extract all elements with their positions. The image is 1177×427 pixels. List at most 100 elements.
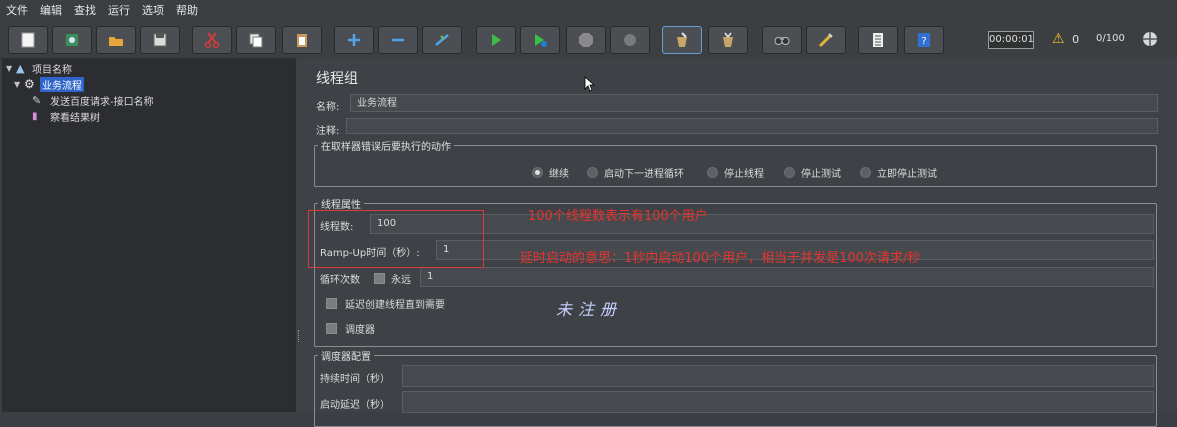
radio-stop-test[interactable]: 停止测试 xyxy=(784,165,841,180)
radio-stop-thread[interactable]: 停止线程 xyxy=(707,165,764,180)
error-action-title: 在取样器错误后要执行的动作 xyxy=(318,138,454,153)
new-button[interactable] xyxy=(8,26,48,54)
templates-button[interactable] xyxy=(52,26,92,54)
open-icon xyxy=(109,37,123,46)
radio-stop-test-now[interactable]: 立即停止测试 xyxy=(860,165,937,180)
menu-run[interactable]: 运行 xyxy=(102,2,136,18)
stop-button[interactable] xyxy=(566,26,606,54)
radio-start-next-loop[interactable]: 启动下一进程循环 xyxy=(587,165,684,180)
toolbar: ? 00:00:01 ⚠ 0 0/100 xyxy=(0,20,1177,59)
radio-dot xyxy=(784,167,795,178)
help-icon: ? xyxy=(918,33,930,47)
http-sampler-pen-icon: ✎ xyxy=(32,93,42,107)
expand-button[interactable] xyxy=(334,26,374,54)
start-icon xyxy=(492,34,501,46)
delay-thread-creation-checkbox[interactable]: 延迟创建线程直到需要 xyxy=(326,296,445,311)
loop-count-label: 循环次数 xyxy=(320,275,360,286)
checkbox-box xyxy=(374,273,385,284)
startup-delay-label: 启动延迟（秒） xyxy=(320,400,390,411)
forever-checkbox[interactable]: 永远 xyxy=(374,271,411,286)
startup-delay-field[interactable] xyxy=(402,391,1154,413)
copy-icon xyxy=(249,33,263,48)
tree-item-results-tree[interactable]: ▮ 察看结果树 xyxy=(32,108,102,124)
menu-bar: 文件 编辑 查找 运行 选项 帮助 xyxy=(0,0,1177,20)
radio-continue[interactable]: 继续 xyxy=(532,165,569,180)
elapsed-timer: 00:00:01 xyxy=(988,31,1034,49)
copy-button[interactable] xyxy=(236,26,276,54)
start-no-pause-button[interactable] xyxy=(520,26,560,54)
menu-options[interactable]: 选项 xyxy=(136,2,170,18)
reset-search-button[interactable] xyxy=(806,26,846,54)
listener-chart-icon: ▮ xyxy=(32,110,38,122)
comment-field[interactable] xyxy=(346,118,1158,134)
toggle-button[interactable] xyxy=(422,26,462,54)
search-button[interactable] xyxy=(762,26,802,54)
tree-item-thread-group[interactable]: ▼ ⚙ 业务流程 xyxy=(14,76,84,92)
collapse-button[interactable] xyxy=(378,26,418,54)
search-icon xyxy=(774,37,790,45)
collapse-triangle-icon[interactable]: ▼ xyxy=(14,80,24,89)
remote-globe-icon[interactable] xyxy=(1141,30,1159,48)
threads-field[interactable]: 100 xyxy=(370,214,1154,234)
checkbox-label: 调度器 xyxy=(345,325,375,336)
tree-item-label: 项目名称 xyxy=(32,64,72,76)
radio-label: 继续 xyxy=(549,169,569,180)
tree-item-http-sampler[interactable]: ✎ 发送百度请求-接口名称 xyxy=(32,92,156,108)
toggle-icon xyxy=(435,34,449,46)
scheduler-checkbox[interactable]: 调度器 xyxy=(326,321,375,336)
svg-text:?: ? xyxy=(921,36,926,47)
duration-field[interactable] xyxy=(402,365,1154,387)
page-title: 线程组 xyxy=(316,71,358,87)
start-no-pause-icon xyxy=(535,34,547,47)
loop-count-field[interactable]: 1 xyxy=(420,267,1154,287)
stop-icon xyxy=(579,33,593,47)
menu-file[interactable]: 文件 xyxy=(0,2,34,18)
duration-label: 持续时间（秒） xyxy=(320,374,390,385)
divider-grip[interactable] xyxy=(298,330,301,342)
tree-item-label: 察看结果树 xyxy=(50,112,100,124)
checkbox-label: 永远 xyxy=(391,275,411,286)
radio-label: 停止线程 xyxy=(724,169,764,180)
name-label: 名称: xyxy=(316,102,340,113)
save-button[interactable] xyxy=(140,26,180,54)
reset-search-icon xyxy=(818,33,833,48)
annotation-highlight-box xyxy=(308,210,484,268)
shutdown-icon xyxy=(624,34,636,46)
test-plan-tree: ▼ ▲ 项目名称 ▼ ⚙ 业务流程 ✎ 发送百度请求-接口名称 ▮ 察看结果树 xyxy=(2,58,296,412)
annotation-threads-note: 100个线程数表示有100个用户 xyxy=(528,209,708,224)
expand-icon xyxy=(348,34,360,46)
comment-label: 注释: xyxy=(316,126,340,137)
paste-icon xyxy=(297,34,307,47)
mouse-cursor-icon xyxy=(584,76,596,92)
scheduler-config-title: 调度器配置 xyxy=(318,348,374,363)
menu-edit[interactable]: 编辑 xyxy=(34,2,68,18)
cut-button[interactable] xyxy=(192,26,232,54)
help-button[interactable]: ? xyxy=(904,26,944,54)
warning-icon: ⚠ xyxy=(1052,31,1065,47)
radio-dot xyxy=(707,167,718,178)
active-threads: 0/100 xyxy=(1096,33,1125,44)
thread-properties-title: 线程属性 xyxy=(318,196,364,211)
name-field[interactable]: 业务流程 xyxy=(350,94,1158,112)
clear-button[interactable] xyxy=(662,26,702,54)
start-button[interactable] xyxy=(476,26,516,54)
paste-button[interactable] xyxy=(282,26,322,54)
annotation-rampup-note: 延时启动的意思：1秒内启动100个用户，相当于并发是100次请求/秒 xyxy=(520,251,921,266)
menu-search[interactable]: 查找 xyxy=(68,2,102,18)
radio-dot xyxy=(860,167,871,178)
tree-item-test-plan[interactable]: ▼ ▲ 项目名称 xyxy=(6,60,74,76)
test-plan-icon: ▲ xyxy=(16,61,25,75)
templates-icon xyxy=(66,34,78,46)
warning-indicator[interactable]: ⚠ 0 xyxy=(1052,31,1079,47)
shutdown-button[interactable] xyxy=(610,26,650,54)
clear-all-button[interactable] xyxy=(708,26,748,54)
clear-icon xyxy=(677,32,687,47)
collapse-triangle-icon[interactable]: ▼ xyxy=(6,64,16,73)
new-icon xyxy=(21,32,35,48)
menu-help[interactable]: 帮助 xyxy=(170,2,204,18)
function-helper-button[interactable] xyxy=(858,26,898,54)
warning-count: 0 xyxy=(1072,33,1080,46)
tree-item-label: 业务流程 xyxy=(40,76,84,92)
open-button[interactable] xyxy=(96,26,136,54)
checkbox-box xyxy=(326,323,337,334)
